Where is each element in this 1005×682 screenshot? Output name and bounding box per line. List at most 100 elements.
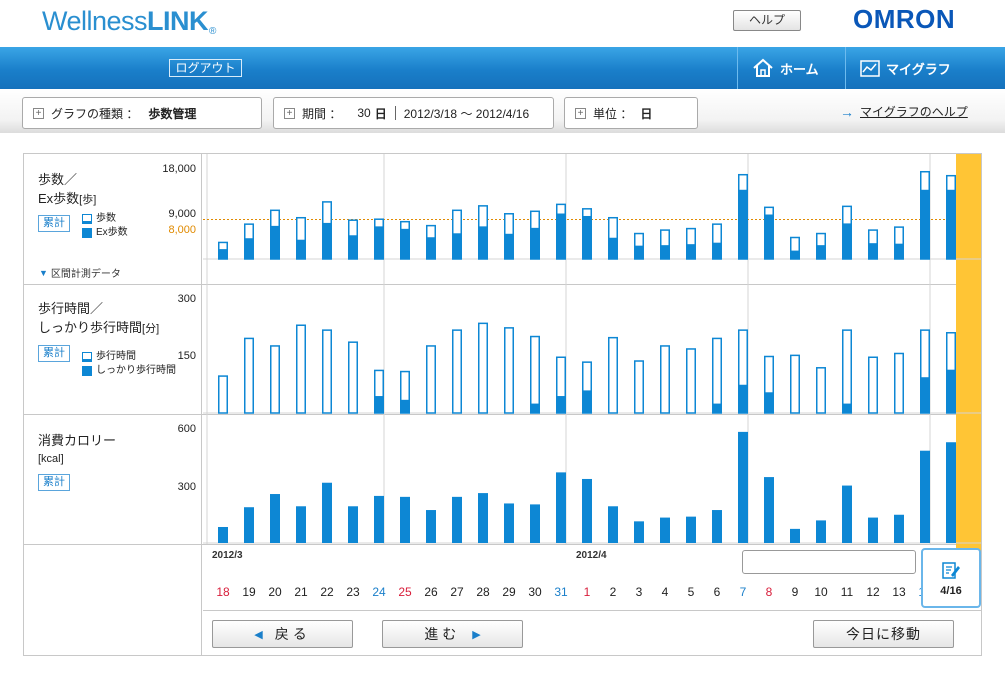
day-label[interactable]: 2: [600, 585, 626, 599]
bar-ex: [842, 223, 852, 259]
day-label[interactable]: 26: [418, 585, 444, 599]
bar-ex: [218, 249, 228, 259]
unit-selector[interactable]: + 単位 ： 日: [564, 97, 698, 129]
bar-ex: [920, 377, 930, 413]
day-label[interactable]: 30: [522, 585, 548, 599]
day-label[interactable]: 19: [236, 585, 262, 599]
bar-calories: [582, 478, 592, 543]
back-button[interactable]: ◀ 戻る: [212, 620, 353, 648]
triangle-down-icon: ▼: [39, 267, 48, 278]
bar-ex: [452, 233, 462, 259]
steps-cumulative-button[interactable]: 累計: [38, 215, 70, 232]
day-label[interactable]: 20: [262, 585, 288, 599]
bar-ex: [738, 189, 748, 259]
day-label[interactable]: 29: [496, 585, 522, 599]
memo-input[interactable]: [742, 550, 916, 574]
nav-home[interactable]: ホーム: [737, 47, 841, 89]
day-label[interactable]: 6: [704, 585, 730, 599]
wellnesslink-logo[interactable]: WellnessLINK®: [42, 6, 216, 37]
legend-brisk-walk-time: しっかり歩行時間: [96, 365, 176, 376]
day-label[interactable]: 27: [444, 585, 470, 599]
steps-title-line1: 歩数／: [38, 172, 78, 187]
bar-calories: [946, 442, 956, 543]
walk-ytick-mid: 150: [177, 350, 196, 362]
today-highlight-column: [956, 154, 981, 555]
legend-open-swatch: [82, 214, 92, 224]
legend-filled-swatch: [82, 228, 92, 238]
nav-mygraph[interactable]: マイグラフ: [845, 47, 1005, 89]
day-label[interactable]: 10: [808, 585, 834, 599]
logout-button[interactable]: ログアウト: [169, 59, 242, 77]
bar-ex: [296, 239, 306, 259]
day-label[interactable]: 23: [340, 585, 366, 599]
graph-area: [203, 154, 981, 555]
steps-title-unit: [歩]: [79, 194, 97, 206]
calendar-divider: [203, 610, 981, 611]
omron-brand-logo[interactable]: OMRON: [853, 4, 955, 35]
day-label[interactable]: 31: [548, 585, 574, 599]
bar-calories: [660, 517, 670, 543]
bar-ex: [712, 242, 722, 259]
unit-value: 日: [640, 106, 653, 121]
bar-ex: [374, 226, 384, 259]
walk-ytick-max: 300: [177, 293, 196, 305]
day-label[interactable]: 5: [678, 585, 704, 599]
bar-calories: [816, 520, 826, 543]
expand-plus-icon: +: [284, 107, 295, 119]
bar-calories: [296, 506, 306, 543]
steps-legend: 歩数 Ex歩数: [82, 212, 128, 240]
day-label[interactable]: 13: [886, 585, 912, 599]
day-label[interactable]: 7: [730, 585, 756, 599]
day-label[interactable]: 11: [834, 585, 860, 599]
cal-cumulative-button[interactable]: 累計: [38, 474, 70, 491]
bar-calories: [504, 503, 514, 543]
go-to-today-button[interactable]: 今日に移動: [813, 620, 954, 648]
next-button[interactable]: 進む ▶: [382, 620, 523, 648]
bar-calories: [322, 482, 332, 543]
bar-calories: [556, 472, 566, 543]
day-label[interactable]: 9: [782, 585, 808, 599]
bar-ex: [816, 245, 826, 259]
day-label[interactable]: 8: [756, 585, 782, 599]
day-label[interactable]: 21: [288, 585, 314, 599]
bar-calories: [634, 521, 644, 543]
help-button[interactable]: ヘルプ: [733, 10, 801, 31]
month-label-march: 2012/3: [212, 550, 243, 561]
bar-calories: [608, 506, 618, 543]
edit-memo-icon: [942, 561, 960, 579]
expand-plus-icon: +: [575, 107, 586, 119]
interval-data-toggle[interactable]: ▼ 区間計測データ: [39, 265, 121, 281]
graph-type-selector[interactable]: + グラフの種類 ： 歩数管理: [22, 97, 262, 129]
graph-type-value: 歩数管理: [148, 106, 197, 121]
cal-title: 消費カロリー [kcal]: [38, 431, 116, 469]
next-label: 進む: [424, 626, 461, 642]
bar-ex: [556, 396, 566, 413]
day-label[interactable]: 1: [574, 585, 600, 599]
graph-panel: 歩数／ Ex歩数[歩] 累計 歩数 Ex歩数 18,000 9,000 8,00…: [23, 153, 982, 656]
mygraph-help-link[interactable]: → マイグラフのヘルプ: [840, 103, 968, 120]
period-label: 期間 ：: [302, 106, 342, 121]
day-label[interactable]: 28: [470, 585, 496, 599]
day-label[interactable]: 4: [652, 585, 678, 599]
period-selector[interactable]: + 期間 ： 30 日 2012/3/18 〜 2012/4/16: [273, 97, 554, 129]
day-label[interactable]: 22: [314, 585, 340, 599]
cal-row-label: 消費カロリー [kcal] 累計 600 300: [24, 415, 202, 544]
bar-ex: [582, 390, 592, 413]
day-label[interactable]: 12: [860, 585, 886, 599]
steps-title-line2: Ex歩数: [38, 191, 80, 206]
bar-ex: [530, 403, 540, 413]
walk-cumulative-button[interactable]: 累計: [38, 345, 70, 362]
bar-total: [322, 329, 332, 414]
period-unit: 日: [374, 106, 387, 121]
memo-edit-button[interactable]: 4/16: [921, 548, 981, 608]
bar-ex: [400, 399, 410, 413]
bar-total: [504, 327, 514, 414]
bar-ex: [764, 392, 774, 413]
period-days: 30: [357, 106, 371, 120]
bar-total: [296, 324, 306, 414]
day-label[interactable]: 25: [392, 585, 418, 599]
day-label[interactable]: 3: [626, 585, 652, 599]
graph-option-bar: + グラフの種類 ： 歩数管理 + 期間 ： 30 日 2012/3/18 〜 …: [0, 89, 1005, 133]
day-label[interactable]: 24: [366, 585, 392, 599]
day-label[interactable]: 18: [210, 585, 236, 599]
